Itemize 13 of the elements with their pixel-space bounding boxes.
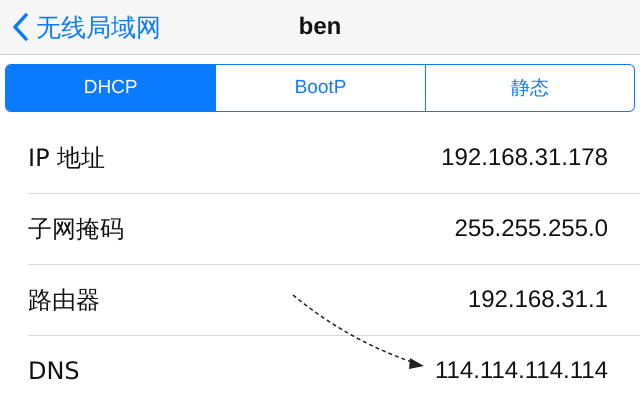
segment-tab[interactable]: DHCP — [6, 65, 216, 111]
row-value: 114.114.114.114 — [434, 357, 608, 385]
row-label: IP 地址 — [28, 143, 106, 174]
back-link[interactable]: 无线局域网 — [12, 10, 299, 44]
back-chevron-icon — [12, 13, 28, 41]
row-label: DNS — [28, 357, 80, 385]
page-title: ben — [298, 13, 342, 41]
row-label: 路由器 — [28, 285, 100, 316]
row-value: 255.255.255.0 — [454, 215, 608, 243]
row-value: 192.168.31.1 — [468, 286, 608, 314]
row-label: 子网掩码 — [28, 214, 124, 245]
row-value: 192.168.31.178 — [441, 144, 608, 172]
segment-tab[interactable]: 静态 — [424, 65, 634, 111]
